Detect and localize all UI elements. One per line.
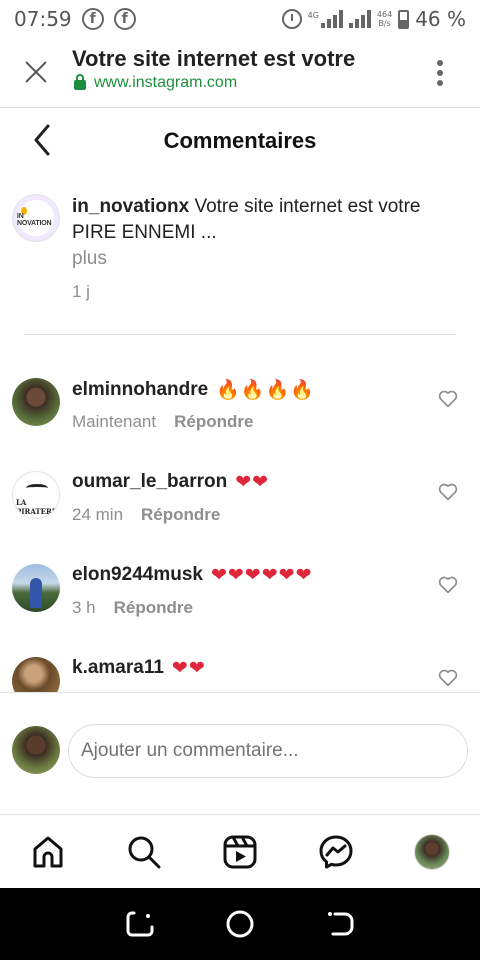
- avatar: [12, 726, 60, 774]
- more-link[interactable]: plus: [72, 248, 107, 270]
- divider: [24, 334, 456, 335]
- caption-username[interactable]: in_novationx: [72, 196, 189, 217]
- avatar[interactable]: LA PIRATERIE: [12, 471, 60, 519]
- url-text: www.instagram.com: [94, 74, 238, 91]
- comment-text: ❤❤: [235, 471, 270, 493]
- comment-time: Maintenant: [72, 412, 157, 431]
- network-speed: 464 B/s: [376, 10, 393, 28]
- home-circle-icon[interactable]: [220, 904, 260, 944]
- bottom-navigation: [0, 814, 480, 888]
- avatar-logo-text: LA PIRATERIE: [16, 498, 60, 516]
- reply-button[interactable]: Répondre: [114, 598, 193, 617]
- page-title: Commentaires: [163, 128, 317, 153]
- comment-username[interactable]: k.amara11: [72, 657, 164, 679]
- battery-percent: 46 %: [415, 7, 466, 31]
- messenger-icon[interactable]: [314, 830, 358, 874]
- comment-item: elminnohandre 🔥🔥🔥🔥 Maintenant Répondre: [12, 378, 468, 442]
- avatar[interactable]: [12, 564, 60, 612]
- back-icon[interactable]: [320, 904, 360, 944]
- browser-url: www.instagram.com: [74, 74, 237, 92]
- comment-item: LA PIRATERIE oumar_le_barron ❤❤ 24 min Ré…: [12, 471, 468, 535]
- avatar[interactable]: [12, 378, 60, 426]
- signal-icon: [320, 10, 343, 28]
- avatar[interactable]: IN NOVATION: [12, 194, 60, 242]
- comment-text: ❤❤❤❤❤❤: [210, 564, 313, 586]
- profile-avatar[interactable]: [410, 830, 454, 874]
- comments-header: Commentaires: [0, 108, 480, 172]
- network-type-label: 4G: [307, 11, 319, 20]
- system-navigation-bar: [0, 888, 480, 960]
- browser-page-title: Votre site internet est votre: [72, 46, 356, 71]
- reels-icon[interactable]: [218, 830, 262, 874]
- facebook-icon: f: [81, 8, 104, 30]
- comment-item: elon9244musk ❤❤❤❤❤❤ 3 h Répondre: [12, 564, 468, 628]
- lock-icon: [74, 74, 86, 90]
- comment-input[interactable]: [68, 724, 468, 778]
- avatar-logo-text: IN NOVATION: [17, 213, 52, 227]
- comment-composer: [12, 724, 468, 778]
- comment-time: 24 min: [72, 505, 124, 524]
- status-time: 07:59: [14, 7, 72, 31]
- heart-outline-icon[interactable]: [438, 483, 458, 501]
- comment-username[interactable]: oumar_le_barron: [72, 471, 227, 493]
- battery-icon: [398, 9, 410, 29]
- comment-time: 3 h: [72, 598, 96, 617]
- comment-text: 🔥🔥🔥🔥: [216, 379, 315, 401]
- avatar: [414, 833, 450, 870]
- signal-icon: [348, 10, 371, 28]
- caption-time: 1 j: [72, 282, 90, 301]
- search-icon[interactable]: [122, 830, 166, 874]
- reply-button[interactable]: Répondre: [141, 505, 220, 524]
- comment-username[interactable]: elon9244musk: [72, 564, 203, 586]
- more-options-icon[interactable]: [436, 60, 444, 86]
- browser-bar: Votre site internet est votre www.instag…: [0, 38, 480, 108]
- facebook-icon: f: [113, 8, 136, 30]
- status-bar: 07:59 f f 4G 464 B/s 46 %: [0, 0, 480, 38]
- heart-outline-icon[interactable]: [438, 390, 458, 408]
- heart-outline-icon[interactable]: [438, 669, 458, 687]
- heart-outline-icon[interactable]: [438, 576, 458, 594]
- recents-icon[interactable]: [120, 904, 160, 944]
- caption-text: in_novationx Votre site internet est vot…: [72, 194, 462, 246]
- close-icon[interactable]: [24, 60, 48, 84]
- home-icon[interactable]: [26, 830, 70, 874]
- swoosh-icon: [26, 484, 48, 492]
- comment-username[interactable]: elminnohandre: [72, 379, 208, 401]
- reply-button[interactable]: Répondre: [174, 412, 253, 431]
- alarm-icon: [281, 9, 302, 29]
- comment-text: ❤❤: [171, 657, 206, 679]
